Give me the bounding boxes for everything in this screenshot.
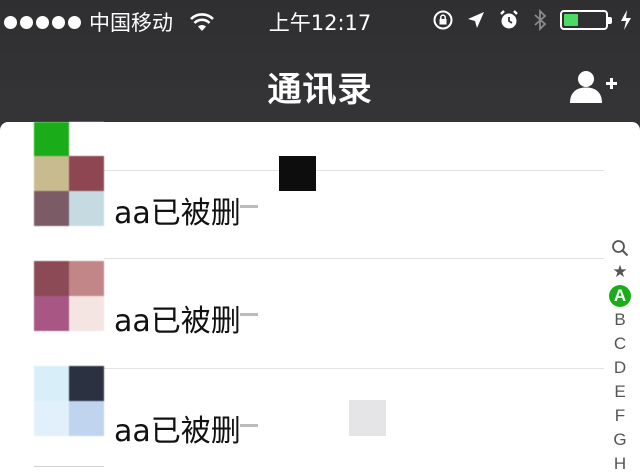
contact-name: aa已被删 (114, 196, 241, 231)
avatar (34, 261, 104, 331)
add-friend-icon[interactable] (568, 68, 618, 104)
bluetooth-icon (534, 8, 547, 32)
index-letter-g[interactable]: G (609, 428, 631, 452)
redacted-block (279, 156, 316, 191)
charging-icon (621, 10, 631, 30)
redacted-block (349, 400, 386, 436)
index-letter-h[interactable]: H (609, 452, 631, 473)
status-bar: 中国移动 上午12:17 (0, 0, 640, 40)
battery-level (564, 14, 578, 26)
contact-row[interactable]: aa已被删 (0, 366, 600, 473)
battery-icon (560, 10, 612, 30)
rotation-lock-icon (433, 10, 453, 30)
index-star[interactable]: ★ (609, 260, 631, 284)
top-header: 中国移动 上午12:17 通讯录 (0, 0, 640, 130)
avatar (34, 122, 104, 226)
location-arrow-icon (468, 12, 484, 28)
index-letter-a[interactable]: A (609, 284, 631, 308)
contact-name: aa已被删 (114, 414, 241, 449)
index-letter-d[interactable]: D (609, 356, 631, 380)
alphabet-index-bar[interactable]: ★ A B C D E F G H (608, 236, 632, 473)
navigation-bar: 通讯录 (0, 40, 640, 130)
index-letter-c[interactable]: C (609, 332, 631, 356)
page-title: 通讯录 (267, 70, 373, 110)
index-letter-e[interactable]: E (609, 380, 631, 404)
alarm-icon (500, 10, 518, 29)
index-search-icon[interactable] (609, 236, 631, 260)
contact-name: aa已被删 (114, 304, 241, 339)
index-letter-f[interactable]: F (609, 404, 631, 428)
contact-row[interactable]: aa已被删 (0, 258, 600, 368)
index-letter-b[interactable]: B (609, 308, 631, 332)
avatar (34, 366, 104, 436)
